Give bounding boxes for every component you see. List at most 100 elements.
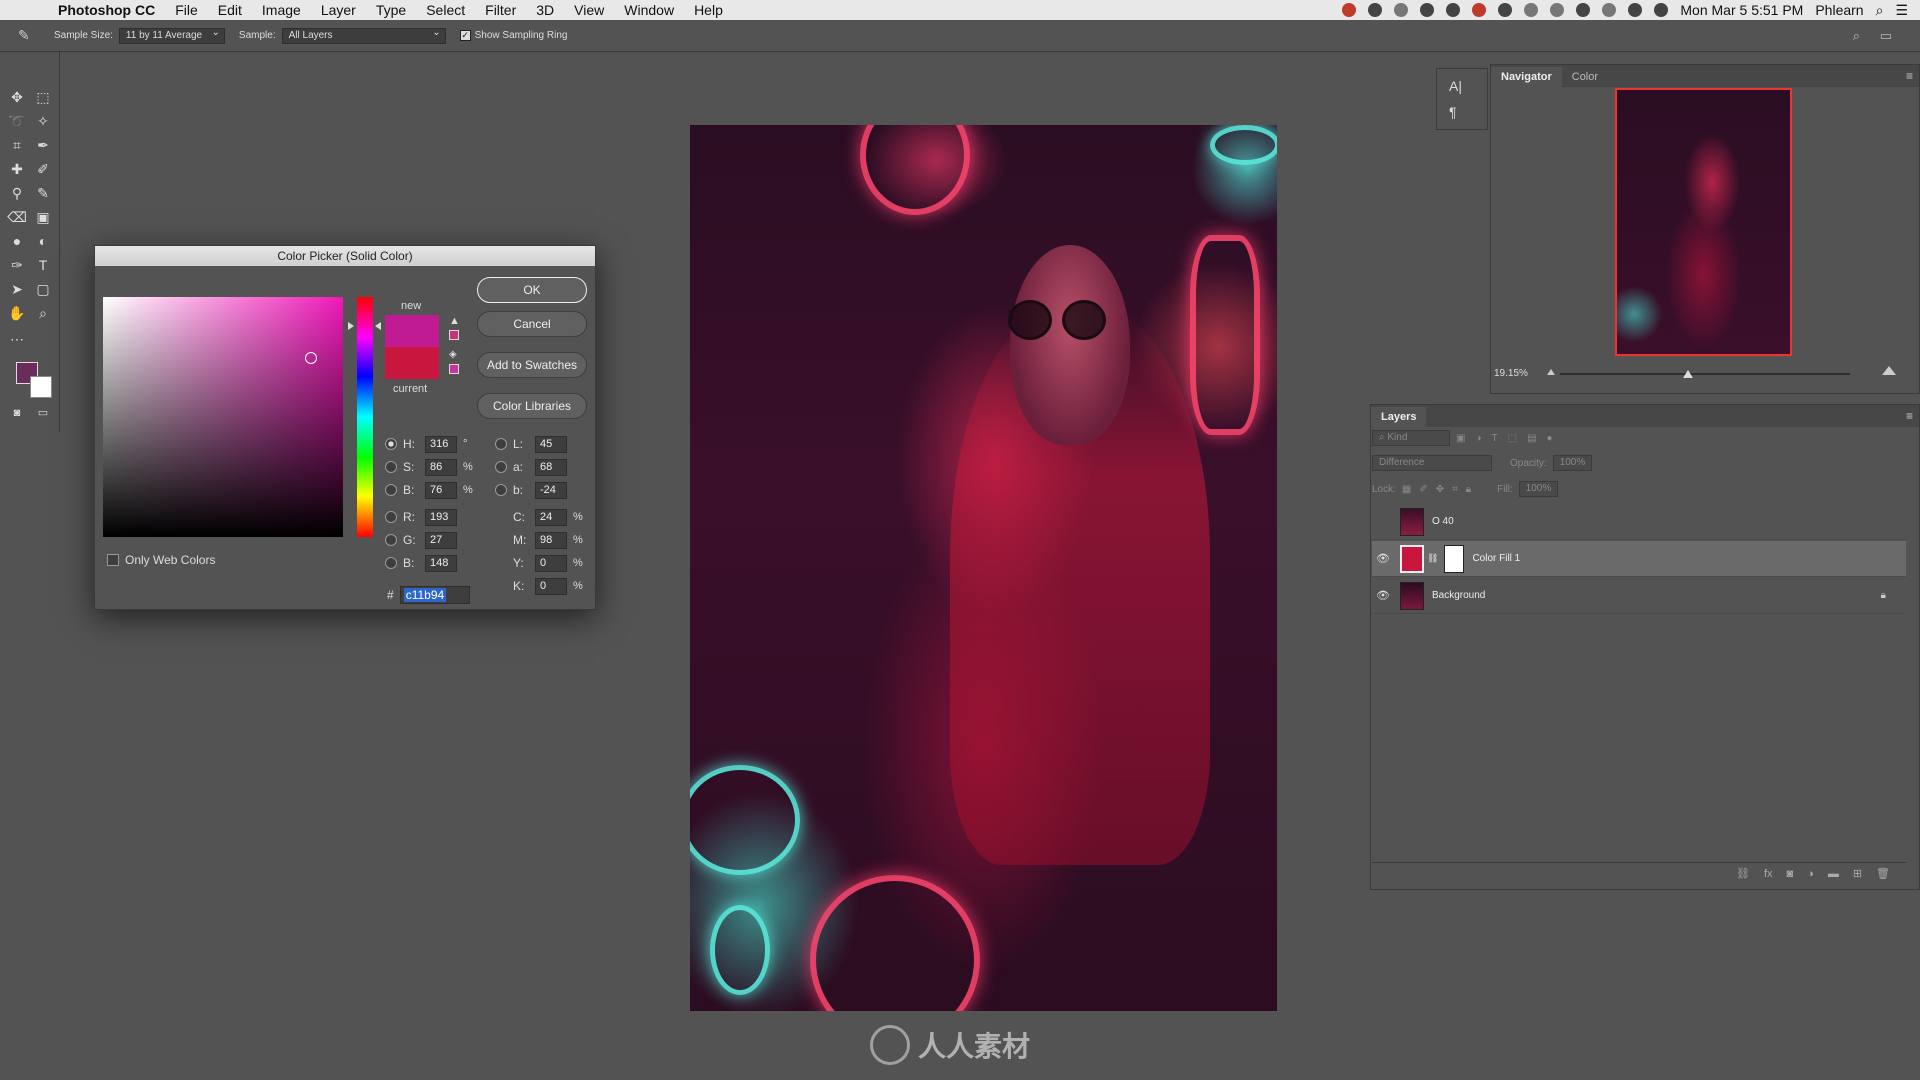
zoom-percentage[interactable]: 19.15%: [1494, 368, 1528, 379]
gradient-tool-icon[interactable]: ▣: [32, 206, 54, 228]
menu-type[interactable]: Type: [376, 2, 406, 18]
brightness-field[interactable]: 76: [425, 481, 457, 499]
zoom-slider-handle[interactable]: [1683, 370, 1693, 378]
app-status-icon[interactable]: [1472, 3, 1487, 17]
brightness-radio[interactable]: [385, 484, 397, 496]
clone-stamp-icon[interactable]: ⚲: [6, 182, 28, 204]
sample-size-select[interactable]: 11 by 11 Average: [118, 27, 225, 44]
only-web-colors-checkbox[interactable]: [107, 554, 119, 566]
menubar-user[interactable]: Phlearn: [1815, 2, 1863, 18]
filter-smart-object-icon[interactable]: ▤: [1527, 433, 1536, 444]
filter-adjustment-icon[interactable]: ◑: [1475, 433, 1481, 444]
notification-center-icon[interactable]: ☰: [1895, 2, 1908, 19]
layer-name[interactable]: Color Fill 1: [1472, 553, 1520, 564]
zoom-slider-track[interactable]: [1560, 373, 1850, 375]
healing-brush-icon[interactable]: ✚: [6, 158, 28, 180]
lock-position-icon[interactable]: ✥: [1436, 484, 1444, 495]
layer-name[interactable]: Background: [1432, 590, 1485, 601]
hue-field[interactable]: 316: [425, 435, 457, 453]
clock-icon[interactable]: [1420, 3, 1435, 17]
show-sampling-ring-checkbox[interactable]: ✓: [459, 30, 471, 41]
dropbox-icon[interactable]: [1498, 3, 1513, 17]
move-tool-icon[interactable]: ✥: [6, 86, 28, 108]
character-panel-icon[interactable]: A|: [1449, 73, 1462, 99]
layers-menu-icon[interactable]: ≡: [1906, 409, 1913, 423]
crop-tool-icon[interactable]: ⌗: [6, 134, 28, 156]
filter-type-icon[interactable]: T: [1492, 433, 1498, 444]
pen-tool-icon[interactable]: ✑: [6, 254, 28, 276]
menu-3d[interactable]: 3D: [536, 2, 554, 18]
current-color-preview[interactable]: [385, 347, 439, 379]
quick-mask-icon[interactable]: ◙: [6, 402, 28, 424]
red-field[interactable]: 193: [425, 508, 457, 526]
menu-image[interactable]: Image: [262, 2, 301, 18]
shape-tool-icon[interactable]: ▢: [32, 278, 54, 300]
screen-mode-icon[interactable]: ▭: [32, 402, 54, 424]
fill-field[interactable]: 100%: [1518, 481, 1559, 497]
saturation-field[interactable]: 86: [425, 458, 457, 476]
color-field-cursor[interactable]: [305, 352, 317, 364]
red-radio[interactable]: [385, 511, 397, 523]
add-mask-icon[interactable]: ◙: [1787, 868, 1794, 880]
web-safe-warning-icon[interactable]: ◈: [449, 350, 459, 360]
layer-kind-filter[interactable]: ⌕ Kind: [1372, 430, 1450, 446]
menu-app-name[interactable]: Photoshop CC: [58, 2, 155, 18]
zoom-tool-icon[interactable]: ⌕: [32, 302, 54, 324]
lock-transparent-icon[interactable]: ▦: [1402, 484, 1411, 495]
blur-tool-icon[interactable]: ●: [6, 230, 28, 252]
filter-toggle-icon[interactable]: ●: [1547, 433, 1553, 444]
search-icon[interactable]: ⌕: [1853, 28, 1860, 44]
color-fill-thumbnail[interactable]: [1400, 544, 1424, 573]
new-layer-icon[interactable]: ⊞: [1853, 867, 1862, 880]
layer-style-fx-icon[interactable]: fx: [1764, 868, 1773, 880]
more-tools-icon[interactable]: ⋯: [6, 328, 28, 350]
background-color-swatch[interactable]: [30, 376, 52, 398]
cancel-button[interactable]: Cancel: [477, 311, 587, 337]
history-brush-icon[interactable]: ✎: [32, 182, 54, 204]
menu-layer[interactable]: Layer: [321, 2, 356, 18]
blend-mode-select[interactable]: Difference: [1372, 455, 1492, 471]
airplay-icon[interactable]: [1602, 3, 1617, 17]
hex-value[interactable]: c11b94: [403, 588, 447, 602]
time-machine-icon[interactable]: [1524, 3, 1539, 17]
lab-b-field[interactable]: -24: [535, 481, 567, 499]
layer-mask-thumbnail[interactable]: [1444, 544, 1465, 573]
color-field[interactable]: [103, 297, 343, 537]
gamut-warning-swatch[interactable]: [449, 330, 459, 340]
menu-select[interactable]: Select: [426, 2, 465, 18]
hand-tool-icon[interactable]: ✋: [6, 302, 28, 324]
creative-cloud-icon[interactable]: [1342, 3, 1357, 17]
brush-tool-icon[interactable]: ✐: [32, 158, 54, 180]
menubar-clock[interactable]: Mon Mar 5 5:51 PM: [1680, 2, 1803, 18]
display-icon[interactable]: [1394, 3, 1409, 17]
magenta-field[interactable]: 98: [535, 531, 567, 549]
eraser-tool-icon[interactable]: ⌫: [6, 206, 28, 228]
eyedropper-tool-icon[interactable]: ✎: [18, 27, 40, 45]
workspace-icon[interactable]: ▭: [1880, 28, 1892, 44]
layer-row-color-fill[interactable]: 👁︎ ⛓︎ Color Fill 1: [1372, 541, 1906, 577]
notification-icon[interactable]: [1446, 3, 1461, 17]
tab-navigator[interactable]: Navigator: [1491, 67, 1562, 87]
color-libraries-button[interactable]: Color Libraries: [477, 393, 587, 419]
green-radio[interactable]: [385, 534, 397, 546]
green-field[interactable]: 27: [425, 531, 457, 549]
menu-view[interactable]: View: [574, 2, 604, 18]
lasso-tool-icon[interactable]: ➰: [6, 110, 28, 132]
web-safe-swatch[interactable]: [449, 364, 459, 374]
lock-pixels-icon[interactable]: ✐: [1419, 484, 1427, 495]
eject-icon[interactable]: [1628, 3, 1643, 17]
marquee-tool-icon[interactable]: ⬚: [32, 86, 54, 108]
blue-field[interactable]: 148: [425, 554, 457, 572]
hue-slider[interactable]: [357, 297, 373, 537]
gamut-warning-icon[interactable]: ▲: [449, 316, 460, 327]
wifi-icon[interactable]: [1576, 3, 1591, 17]
cloud-sync-icon[interactable]: [1368, 3, 1383, 17]
menu-window[interactable]: Window: [624, 2, 674, 18]
tab-layers[interactable]: Layers: [1371, 407, 1427, 427]
menu-filter[interactable]: Filter: [485, 2, 516, 18]
document-canvas[interactable]: [690, 125, 1277, 1011]
add-to-swatches-button[interactable]: Add to Swatches: [477, 352, 587, 378]
adjustment-layer-icon[interactable]: ◑: [1807, 868, 1814, 880]
ok-button[interactable]: OK: [477, 277, 587, 303]
menu-file[interactable]: File: [175, 2, 198, 18]
